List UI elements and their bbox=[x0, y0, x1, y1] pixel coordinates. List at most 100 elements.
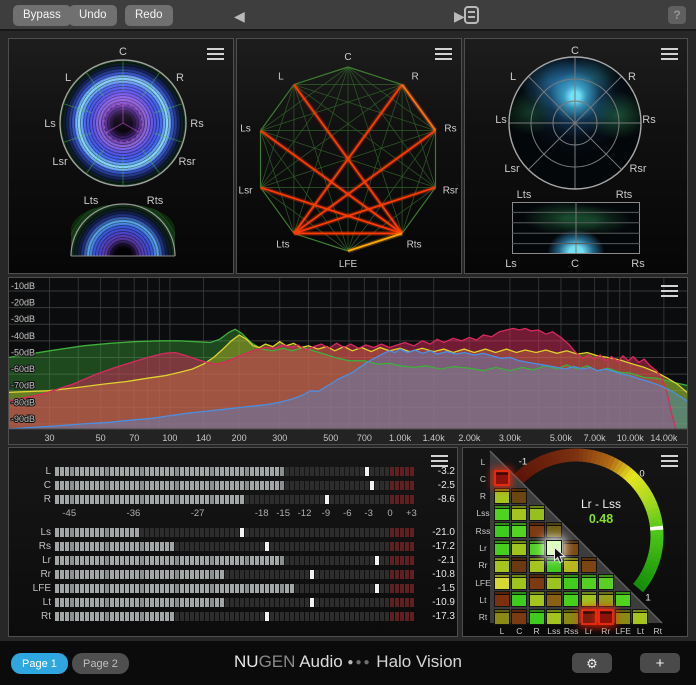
matrix-cell-lr-r[interactable] bbox=[529, 540, 545, 556]
matrix-cell-rt-lt[interactable] bbox=[632, 609, 648, 625]
matrix-cell-rss-lss[interactable] bbox=[546, 522, 562, 538]
meter-segment bbox=[390, 598, 394, 607]
meter-segment bbox=[315, 481, 319, 490]
matrix-cell-r-l[interactable] bbox=[494, 488, 510, 504]
meter-segment bbox=[245, 612, 249, 621]
bypass-button[interactable]: Bypass bbox=[13, 5, 71, 26]
meter-segment bbox=[410, 481, 414, 490]
meter-segment bbox=[305, 495, 309, 504]
matrix-cell-lfe-rss[interactable] bbox=[563, 574, 579, 590]
add-module-button[interactable]: + bbox=[640, 653, 680, 673]
matrix-cell-lt-l[interactable] bbox=[494, 591, 510, 607]
meter-segment bbox=[265, 598, 269, 607]
matrix-cell-lfe-l[interactable] bbox=[494, 574, 510, 590]
meter-segment bbox=[155, 542, 159, 551]
matrix-cell-lfe-r[interactable] bbox=[529, 574, 545, 590]
meter-segment bbox=[380, 495, 384, 504]
matrix-cell-rt-lfe[interactable] bbox=[615, 609, 631, 625]
matrix-cell-lss-l[interactable] bbox=[494, 505, 510, 521]
meter-segment bbox=[245, 556, 249, 565]
matrix-cell-rr-r[interactable] bbox=[529, 557, 545, 573]
meter-segment bbox=[365, 584, 369, 593]
matrix-cell-rt-rss[interactable] bbox=[563, 609, 579, 625]
matrix-col-label-rr: Rr bbox=[601, 626, 610, 636]
meter-segment bbox=[310, 542, 314, 551]
matrix-cell-rt-rr[interactable] bbox=[598, 609, 614, 625]
meter-segment bbox=[75, 556, 79, 565]
matrix-cell-rss-r[interactable] bbox=[529, 522, 545, 538]
web-menu-icon[interactable] bbox=[435, 48, 452, 60]
meter-segment bbox=[320, 467, 324, 476]
meter-segment bbox=[95, 570, 99, 579]
matrix-cell-rss-l[interactable] bbox=[494, 522, 510, 538]
meter-segment bbox=[85, 570, 89, 579]
meter-segment bbox=[405, 598, 409, 607]
meter-segment bbox=[100, 612, 104, 621]
matrix-cell-lt-lss[interactable] bbox=[546, 591, 562, 607]
matrix-cell-lt-r[interactable] bbox=[529, 591, 545, 607]
settings-button[interactable]: ⚙ bbox=[572, 653, 612, 673]
meter-segment bbox=[85, 612, 89, 621]
meter-segment bbox=[335, 584, 339, 593]
matrix-cell-lfe-lr[interactable] bbox=[581, 574, 597, 590]
matrix-cell-rr-c[interactable] bbox=[511, 557, 527, 573]
meter-segment bbox=[270, 612, 274, 621]
matrix-cell-rt-lr[interactable] bbox=[581, 609, 597, 625]
matrix-cell-rt-c[interactable] bbox=[511, 609, 527, 625]
meter-segment bbox=[315, 528, 319, 537]
matrix-menu-icon[interactable] bbox=[661, 455, 678, 467]
location-panel: CLRLsRsLsrRsrLtsRtsLsCRs bbox=[464, 38, 688, 274]
matrix-cell-lr-c[interactable] bbox=[511, 540, 527, 556]
matrix-cell-rt-l[interactable] bbox=[494, 609, 510, 625]
matrix-cell-lt-lfe[interactable] bbox=[615, 591, 631, 607]
meter-segment bbox=[150, 542, 154, 551]
undo-button[interactable]: Undo bbox=[69, 5, 117, 26]
redo-button[interactable]: Redo bbox=[125, 5, 173, 26]
meter-peak-value: -10.9 bbox=[417, 597, 455, 608]
meter-segment bbox=[235, 556, 239, 565]
halo-menu-icon[interactable] bbox=[207, 48, 224, 60]
matrix-cell-lt-c[interactable] bbox=[511, 591, 527, 607]
preset-list-icon[interactable] bbox=[464, 6, 479, 24]
meter-segment bbox=[65, 481, 69, 490]
meter-segment bbox=[260, 542, 264, 551]
matrix-cell-lt-lr[interactable] bbox=[581, 591, 597, 607]
prev-preset-icon[interactable]: ◀ bbox=[228, 4, 251, 28]
meter-segment bbox=[395, 570, 399, 579]
location-label-ls: Ls bbox=[495, 114, 507, 126]
matrix-cell-lfe-rr[interactable] bbox=[598, 574, 614, 590]
meter-segment bbox=[255, 584, 259, 593]
matrix-cell-rss-c[interactable] bbox=[511, 522, 527, 538]
meter-segment bbox=[135, 467, 139, 476]
meter-segment bbox=[295, 584, 299, 593]
location-menu-icon[interactable] bbox=[661, 48, 678, 60]
meters-menu-icon[interactable] bbox=[431, 455, 448, 467]
matrix-cell-c-l[interactable] bbox=[494, 470, 510, 486]
meter-segment bbox=[170, 528, 174, 537]
web-node-label-lfe: LFE bbox=[339, 259, 358, 270]
matrix-cell-rt-lss[interactable] bbox=[546, 609, 562, 625]
meter-segment bbox=[70, 528, 74, 537]
meter-segment bbox=[120, 570, 124, 579]
meter-segment bbox=[160, 556, 164, 565]
matrix-cell-lr-l[interactable] bbox=[494, 540, 510, 556]
matrix-cell-lfe-c[interactable] bbox=[511, 574, 527, 590]
meter-segment bbox=[245, 467, 249, 476]
matrix-cell-lss-r[interactable] bbox=[529, 505, 545, 521]
matrix-cell-r-c[interactable] bbox=[511, 488, 527, 504]
matrix-cell-lss-c[interactable] bbox=[511, 505, 527, 521]
matrix-cell-lt-rr[interactable] bbox=[598, 591, 614, 607]
meter-segment bbox=[305, 598, 309, 607]
matrix-cell-lt-rss[interactable] bbox=[563, 591, 579, 607]
matrix-cell-rr-lr[interactable] bbox=[581, 557, 597, 573]
spectrum-menu-icon[interactable] bbox=[661, 285, 678, 297]
matrix-cell-rt-r[interactable] bbox=[529, 609, 545, 625]
meter-segment bbox=[125, 467, 129, 476]
gauge-zero-label: 0 bbox=[639, 469, 644, 480]
matrix-cell-lfe-lss[interactable] bbox=[546, 574, 562, 590]
matrix-cell-rr-l[interactable] bbox=[494, 557, 510, 573]
help-button[interactable]: ? bbox=[668, 6, 686, 24]
meter-segment bbox=[125, 528, 129, 537]
meter-segment bbox=[350, 481, 354, 490]
meter-row-rs: Rs-17.2 bbox=[9, 542, 458, 552]
